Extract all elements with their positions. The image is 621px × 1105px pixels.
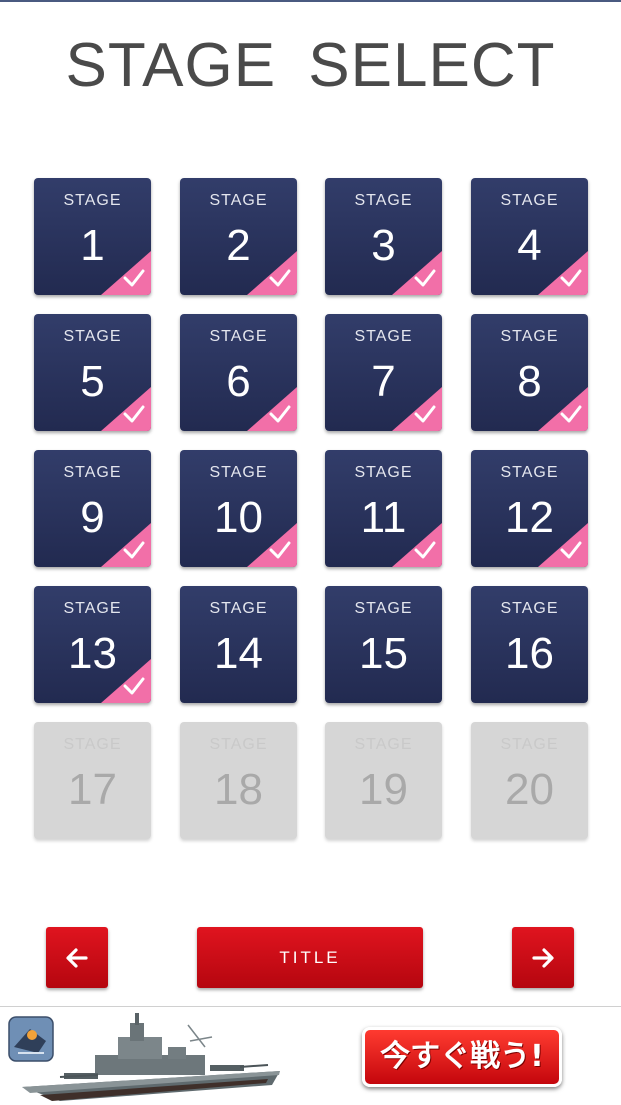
check-icon: [392, 251, 442, 295]
stage-number: 20: [505, 765, 554, 814]
stage-label: STAGE: [63, 192, 122, 209]
stage-tile-17: STAGE 17: [34, 722, 151, 839]
stage-label: STAGE: [209, 464, 268, 481]
stage-tile-15[interactable]: STAGE 15: [325, 586, 442, 703]
stage-tile-5[interactable]: STAGE 5: [34, 314, 151, 431]
stage-tile-20: STAGE 20: [471, 722, 588, 839]
check-icon: [392, 387, 442, 431]
stage-tile-13[interactable]: STAGE 13: [34, 586, 151, 703]
stage-label: STAGE: [354, 464, 413, 481]
stage-tile-4[interactable]: STAGE 4: [471, 178, 588, 295]
stage-label: STAGE: [500, 464, 559, 481]
check-icon: [538, 523, 588, 567]
stage-label: STAGE: [354, 328, 413, 345]
check-icon: [247, 523, 297, 567]
stage-number: 14: [214, 629, 263, 678]
stage-label: STAGE: [209, 192, 268, 209]
stage-number: 18: [214, 765, 263, 814]
title-button[interactable]: TITLE: [197, 927, 423, 988]
stage-tile-18: STAGE 18: [180, 722, 297, 839]
game-app-icon: [8, 1016, 54, 1062]
stage-label: STAGE: [63, 736, 122, 753]
stage-label: STAGE: [209, 328, 268, 345]
stage-tile-6[interactable]: STAGE 6: [180, 314, 297, 431]
page-title: STAGE SELECT: [65, 31, 556, 100]
stage-label: STAGE: [209, 736, 268, 753]
stage-number: 16: [505, 629, 554, 678]
ad-cta-button[interactable]: 今すぐ戦う!: [362, 1027, 562, 1087]
stage-label: STAGE: [354, 192, 413, 209]
stage-tile-1[interactable]: STAGE 1: [34, 178, 151, 295]
stage-number: 15: [359, 629, 408, 678]
ad-banner[interactable]: 今すぐ戦う!: [0, 1006, 621, 1105]
stage-tile-9[interactable]: STAGE 9: [34, 450, 151, 567]
stage-label: STAGE: [500, 328, 559, 345]
stage-label: STAGE: [209, 600, 268, 617]
next-page-button[interactable]: [512, 927, 574, 988]
stage-label: STAGE: [500, 736, 559, 753]
stage-tile-19: STAGE 19: [325, 722, 442, 839]
stage-number: 19: [359, 765, 408, 814]
stage-tile-14[interactable]: STAGE 14: [180, 586, 297, 703]
check-icon: [247, 251, 297, 295]
check-icon: [538, 387, 588, 431]
stage-label: STAGE: [63, 600, 122, 617]
previous-page-button[interactable]: [46, 927, 108, 988]
stage-number: 17: [68, 765, 117, 814]
stage-label: STAGE: [354, 600, 413, 617]
check-icon: [101, 251, 151, 295]
stage-tile-8[interactable]: STAGE 8: [471, 314, 588, 431]
stage-label: STAGE: [500, 192, 559, 209]
top-rule: [0, 0, 621, 2]
stage-tile-11[interactable]: STAGE 11: [325, 450, 442, 567]
stage-tile-16[interactable]: STAGE 16: [471, 586, 588, 703]
check-icon: [101, 659, 151, 703]
arrow-left-icon: [66, 948, 88, 968]
check-icon: [101, 523, 151, 567]
stage-tile-7[interactable]: STAGE 7: [325, 314, 442, 431]
stage-label: STAGE: [354, 736, 413, 753]
stage-tile-12[interactable]: STAGE 12: [471, 450, 588, 567]
stage-tile-2[interactable]: STAGE 2: [180, 178, 297, 295]
arrow-right-icon: [532, 948, 554, 968]
stage-label: STAGE: [500, 600, 559, 617]
check-icon: [392, 523, 442, 567]
stage-tile-10[interactable]: STAGE 10: [180, 450, 297, 567]
check-icon: [247, 387, 297, 431]
stage-tile-3[interactable]: STAGE 3: [325, 178, 442, 295]
check-icon: [101, 387, 151, 431]
stage-label: STAGE: [63, 464, 122, 481]
check-icon: [538, 251, 588, 295]
stage-label: STAGE: [63, 328, 122, 345]
